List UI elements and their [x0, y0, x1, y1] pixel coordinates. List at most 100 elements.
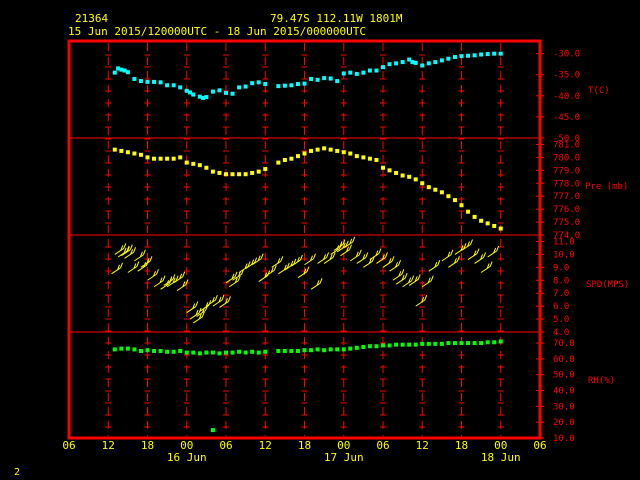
- temperature-point: [381, 65, 385, 70]
- temperature-point: [452, 55, 457, 60]
- pressure-point: [322, 146, 327, 151]
- x-date-label: 18 Jun: [481, 451, 521, 464]
- humidity-point: [341, 347, 346, 352]
- humidity-point: [132, 347, 137, 352]
- temperature-point: [354, 71, 359, 76]
- pressure-point: [197, 163, 202, 168]
- humidity-point: [302, 348, 307, 353]
- pressure-point: [472, 214, 477, 219]
- humidity-point: [420, 341, 425, 346]
- temperature-point: [400, 60, 405, 65]
- pressure-y-tick-label: 775.0: [553, 218, 580, 228]
- pressure-point: [210, 169, 215, 174]
- humidity-point: [472, 341, 477, 346]
- pressure-y-tick-label: 778.0: [553, 179, 580, 189]
- pressure-point: [204, 165, 209, 170]
- temperature-point: [165, 83, 170, 88]
- humidity-y-tick-label: 70.0: [553, 339, 575, 349]
- pressure-point: [413, 177, 418, 182]
- pressure-point: [452, 198, 457, 203]
- pressure-point: [381, 165, 385, 170]
- pressure-y-tick-label: 776.0: [553, 205, 580, 215]
- pressure-point: [256, 169, 261, 174]
- pressure-point: [309, 148, 314, 153]
- pressure-point: [439, 190, 444, 195]
- pressure-point: [485, 221, 490, 226]
- pressure-point: [354, 154, 359, 159]
- pressure-point: [250, 170, 255, 175]
- temperature-point: [191, 92, 196, 97]
- station-meteogram: 21364 79.47S 112.11W 1801M 15 Jun 2015/1…: [0, 0, 640, 480]
- temperature-point: [426, 61, 431, 66]
- pressure-point: [152, 156, 157, 161]
- temperature-point: [243, 84, 248, 89]
- pressure-point: [433, 187, 438, 192]
- temperature-point: [171, 83, 176, 88]
- humidity-point: [250, 349, 255, 354]
- pressure-point: [224, 172, 228, 177]
- temperature-point: [472, 53, 477, 58]
- humidity-point: [145, 348, 150, 353]
- humidity-point: [289, 348, 294, 353]
- pressure-point: [492, 223, 497, 228]
- pressure-point: [230, 172, 235, 177]
- pressure-point: [348, 151, 353, 156]
- humidity-point: [178, 348, 183, 353]
- humidity-point: [184, 350, 189, 355]
- x-tick-label: 12: [102, 439, 115, 452]
- wind-y-tick-label: 5.0: [553, 315, 569, 325]
- temperature-point: [394, 61, 399, 66]
- pressure-point: [400, 173, 405, 178]
- temperature-point: [459, 54, 464, 59]
- pressure-point: [145, 155, 150, 160]
- humidity-point: [413, 342, 418, 347]
- humidity-point: [309, 348, 314, 353]
- temperature-point: [322, 76, 327, 81]
- pressure-point: [446, 194, 451, 199]
- humidity-point: [282, 348, 287, 353]
- pressure-point: [394, 170, 399, 175]
- pressure-point: [191, 161, 196, 166]
- temperature-point: [112, 70, 117, 75]
- humidity-point: [322, 348, 327, 353]
- humidity-point: [361, 345, 366, 350]
- temperature-point: [433, 60, 438, 65]
- temperature-point: [256, 80, 261, 85]
- pressure-point: [132, 151, 137, 156]
- pressure-point: [165, 156, 170, 161]
- humidity-point: [152, 348, 157, 353]
- humidity-point: [400, 342, 405, 347]
- humidity-y-tick-label: 10.0: [553, 434, 575, 444]
- humidity-point: [374, 344, 379, 349]
- pressure-point: [184, 160, 189, 165]
- humidity-point: [125, 346, 130, 351]
- pressure-point: [119, 148, 124, 153]
- humidity-point: [466, 341, 471, 346]
- pressure-point: [335, 148, 340, 153]
- station-location: 79.47S 112.11W 1801M: [270, 12, 403, 25]
- pressure-point: [295, 154, 300, 159]
- humidity-point: [433, 341, 438, 346]
- temperature-point: [335, 79, 340, 84]
- humidity-point: [439, 341, 444, 346]
- temperature-point: [289, 83, 294, 88]
- humidity-point: [459, 341, 464, 346]
- temperature-point: [138, 79, 143, 84]
- temperature-point: [374, 68, 379, 73]
- wind-y-tick-label: 7.0: [553, 289, 569, 299]
- pressure-point: [237, 172, 242, 177]
- humidity-point: [387, 343, 392, 348]
- pressure-point: [361, 155, 366, 160]
- temperature-point: [178, 85, 183, 90]
- temperature-point: [498, 51, 503, 56]
- humidity-point: [381, 343, 385, 348]
- wind-speed-label: SPD(MPS): [586, 280, 629, 290]
- humidity-point: [224, 350, 228, 355]
- pressure-point: [282, 157, 287, 162]
- temperature-point: [420, 63, 425, 68]
- pressure-point: [112, 147, 117, 152]
- humidity-point: [263, 349, 268, 354]
- pressure-point: [328, 147, 333, 152]
- x-tick-label: 12: [416, 439, 429, 452]
- pressure-point: [466, 209, 471, 214]
